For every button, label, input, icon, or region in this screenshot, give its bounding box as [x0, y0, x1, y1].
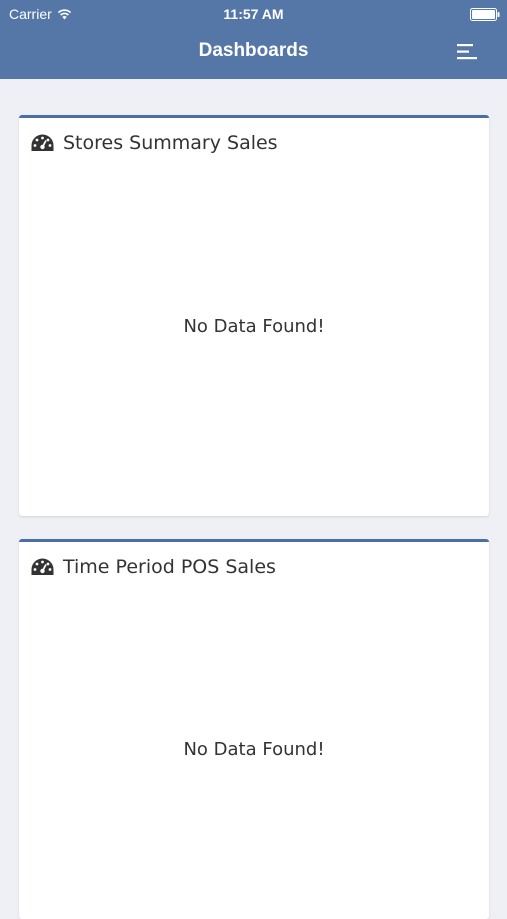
dashboard-card-stores-summary[interactable]: Stores Summary Sales No Data Found! [19, 115, 489, 516]
card-title: Time Period POS Sales [63, 556, 276, 578]
status-time: 11:57 AM [223, 6, 284, 22]
status-bar: Carrier 11:57 AM [0, 0, 507, 28]
dashboard-card-time-period-pos[interactable]: Time Period POS Sales No Data Found! [19, 539, 489, 919]
dashboard-gauge-icon [31, 558, 54, 575]
no-data-message: No Data Found! [183, 739, 325, 760]
card-title: Stores Summary Sales [63, 132, 278, 154]
page-title: Dashboards [198, 40, 309, 61]
app-header: Carrier 11:57 AM Dashboards [0, 0, 507, 79]
card-header: Stores Summary Sales [31, 132, 278, 154]
menu-icon[interactable] [457, 43, 479, 61]
card-header: Time Period POS Sales [31, 556, 276, 578]
battery-icon [470, 8, 500, 21]
no-data-message: No Data Found! [183, 316, 325, 337]
dashboard-gauge-icon [31, 134, 54, 151]
